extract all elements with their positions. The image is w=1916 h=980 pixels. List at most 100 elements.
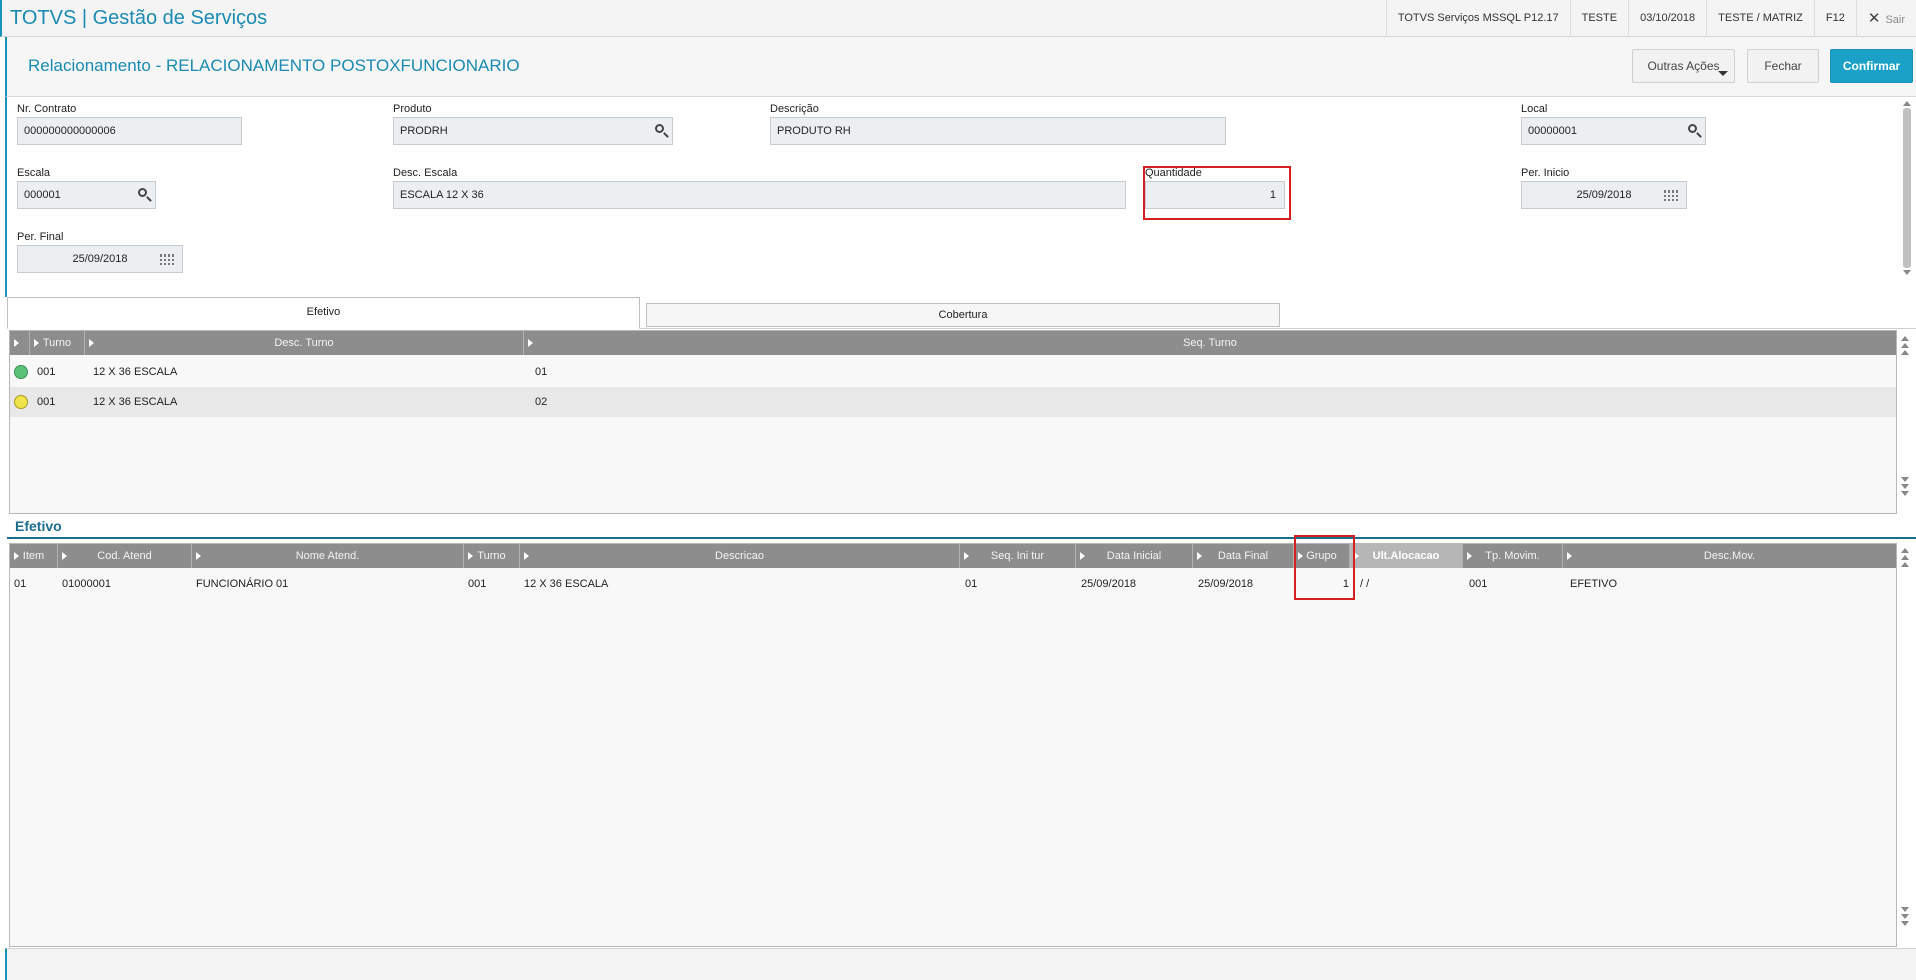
confirm-button[interactable]: Confirmar (1830, 49, 1913, 83)
search-icon[interactable] (1688, 124, 1697, 133)
scroll-page-up-icon[interactable] (1901, 343, 1909, 348)
triangle-right-icon (1197, 552, 1202, 560)
grid-header-seq-turno[interactable]: Seq. Turno (524, 331, 1896, 355)
scroll-track[interactable] (1900, 569, 1910, 905)
other-actions-label: Outras Ações (1647, 59, 1720, 73)
page-title: Relacionamento - RELACIONAMENTO POSTOXFU… (28, 56, 520, 75)
escala-field[interactable]: 000001 (17, 181, 156, 209)
scroll-top-icon[interactable] (1901, 548, 1909, 553)
scroll-page-up-icon[interactable] (1901, 555, 1909, 560)
grid-header-data-inicial[interactable]: Data Inicial (1076, 544, 1193, 568)
scroll-bottom-icon[interactable] (1901, 491, 1909, 496)
grid-header-cod-atend[interactable]: Cod. Atend (58, 544, 192, 568)
triangle-right-icon (528, 339, 533, 347)
grid-header-desc-mov[interactable]: Desc.Mov. (1563, 544, 1896, 568)
triangle-right-icon (964, 552, 969, 560)
close-button[interactable]: Fechar (1747, 49, 1819, 83)
produto-value: PRODRH (400, 125, 448, 137)
status-bar (5, 948, 1916, 980)
local-label: Local (1521, 103, 1548, 115)
scroll-up-icon[interactable] (1903, 101, 1911, 106)
search-icon[interactable] (138, 188, 147, 197)
table-row[interactable]: 001 12 X 36 ESCALA 01 (10, 357, 1896, 387)
triangle-right-icon (196, 552, 201, 560)
grid-header-tp-movim[interactable]: Tp. Movim. (1463, 544, 1563, 568)
top-info: TOTVS Serviços MSSQL P12.17 TESTE 03/10/… (1385, 0, 1916, 37)
header-label: Item (22, 550, 45, 562)
efetivo-scrollbar[interactable] (1900, 546, 1910, 946)
grid-header-data-final[interactable]: Data Final (1193, 544, 1294, 568)
triangle-right-icon (1080, 552, 1085, 560)
header-label: Ult.Alocacao (1372, 550, 1440, 562)
table-row[interactable]: 01 01000001 FUNCIONÁRIO 01 001 12 X 36 E… (10, 569, 1896, 599)
grid-header-nome-atend[interactable]: Nome Atend. (192, 544, 464, 568)
produto-field[interactable]: PRODRH (393, 117, 673, 145)
scroll-down-icon[interactable] (1901, 907, 1909, 912)
nr-contrato-field[interactable]: 000000000000006 (17, 117, 242, 145)
scroll-up-icon[interactable] (1901, 350, 1909, 355)
form-scrollbar[interactable] (1902, 99, 1912, 289)
scroll-page-down-icon[interactable] (1901, 484, 1909, 489)
grid-header-desc-turno[interactable]: Desc. Turno (85, 331, 524, 355)
triangle-right-icon (1567, 552, 1572, 560)
help-button[interactable]: F12 (1813, 0, 1856, 37)
scroll-track[interactable] (1900, 357, 1910, 475)
tp-movim-cell: 001 (1469, 578, 1488, 590)
triangle-right-icon (14, 552, 19, 560)
local-field[interactable]: 00000001 (1521, 117, 1706, 145)
scroll-up-icon[interactable] (1901, 562, 1909, 567)
tab-cobertura[interactable]: Cobertura (646, 303, 1280, 327)
table-row[interactable]: 001 12 X 36 ESCALA 02 (10, 387, 1896, 417)
turno-cell: 001 (37, 366, 56, 378)
tab-bar: Efetivo Cobertura (7, 297, 1916, 329)
grid-header-seq-ini-tur[interactable]: Seq. Ini tur (960, 544, 1076, 568)
quantidade-highlight (1143, 166, 1291, 220)
scroll-down-icon[interactable] (1901, 477, 1909, 482)
descricao-field[interactable]: PRODUTO RH (770, 117, 1226, 145)
escala-label: Escala (17, 167, 51, 179)
per-inicio-field[interactable]: 25/09/2018 (1521, 181, 1687, 209)
header-label: Tp. Movim. (1485, 550, 1540, 562)
grid-header-item[interactable]: Item (10, 544, 58, 568)
ult-alocacao-cell: / / (1360, 578, 1370, 590)
scroll-bottom-icon[interactable] (1901, 921, 1909, 926)
close-icon: ✕ (1867, 10, 1881, 27)
desc-turno-cell: 12 X 36 ESCALA (93, 396, 178, 408)
turno-cell: 001 (37, 396, 56, 408)
desc-escala-field[interactable]: ESCALA 12 X 36 (393, 181, 1126, 209)
search-icon[interactable] (655, 124, 664, 133)
tab-efetivo[interactable]: Efetivo (7, 297, 640, 329)
user-label: TESTE (1569, 0, 1628, 37)
desc-turno-cell: 12 X 36 ESCALA (93, 366, 178, 378)
status-yellow-icon (14, 395, 28, 409)
scroll-page-down-icon[interactable] (1901, 914, 1909, 919)
grid-header-ult-alocacao[interactable]: Ult.Alocacao (1350, 544, 1463, 568)
grid-header-turno[interactable]: Turno (464, 544, 520, 568)
grid-header-descricao[interactable]: Descricao (520, 544, 960, 568)
per-final-field[interactable]: 25/09/2018 (17, 245, 183, 273)
grid-header-status[interactable] (10, 331, 30, 355)
scroll-top-icon[interactable] (1901, 336, 1909, 341)
grid-header-turno[interactable]: Turno (30, 331, 85, 355)
desc-mov-cell: EFETIVO (1570, 578, 1618, 590)
calendar-icon[interactable] (160, 254, 174, 265)
per-final-value: 25/09/2018 (72, 253, 128, 265)
scroll-down-icon[interactable] (1903, 270, 1911, 275)
header-label: Seq. Ini tur (990, 550, 1045, 562)
escala-value: 000001 (24, 189, 61, 201)
efetivo-grid: Item Cod. Atend Nome Atend. Turno Descri… (9, 535, 1897, 947)
grupo-highlight (1294, 535, 1355, 600)
triangle-right-icon (14, 339, 19, 347)
header-label: Desc. Turno (274, 337, 334, 349)
scroll-thumb[interactable] (1903, 108, 1911, 268)
branch-label[interactable]: TESTE / MATRIZ (1706, 0, 1814, 37)
triangle-right-icon (34, 339, 39, 347)
other-actions-button[interactable]: Outras Ações (1632, 49, 1735, 83)
turnos-scrollbar[interactable] (1900, 334, 1910, 514)
turno-cell: 001 (468, 578, 487, 590)
seq-ini-tur-cell: 01 (965, 578, 978, 590)
turnos-grid-header: Turno Desc. Turno Seq. Turno (10, 331, 1896, 355)
header-label: Nome Atend. (295, 550, 360, 562)
calendar-icon[interactable] (1664, 190, 1678, 201)
exit-button[interactable]: ✕ Sair (1855, 0, 1916, 37)
